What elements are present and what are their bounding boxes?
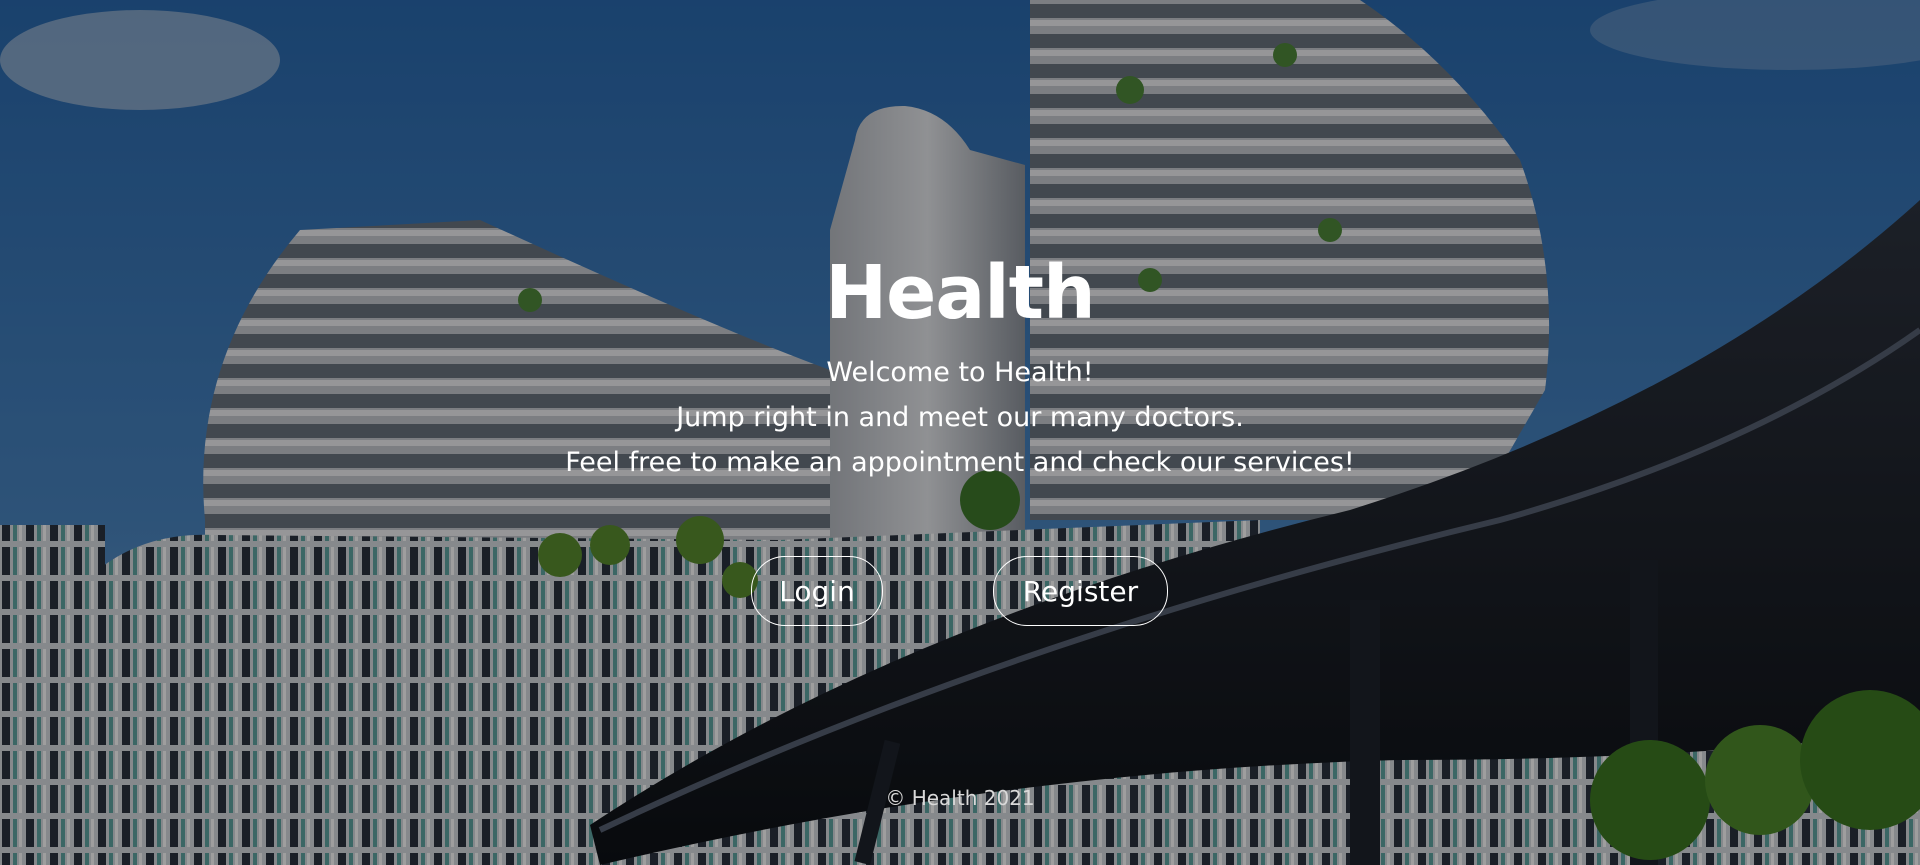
register-button[interactable]: Register [993, 556, 1168, 626]
welcome-line: Jump right in and meet our many doctors. [676, 402, 1244, 433]
hero-section: Health Welcome to Health! Jump right in … [0, 0, 1920, 865]
welcome-line: Welcome to Health! [826, 357, 1094, 388]
hero-content: Health Welcome to Health! Jump right in … [0, 0, 1920, 865]
login-button[interactable]: Login [751, 556, 883, 626]
page-title: Health [825, 250, 1095, 336]
welcome-line: Feel free to make an appointment and che… [565, 447, 1355, 478]
footer-copyright: © Health 2021 [885, 786, 1035, 810]
welcome-text: Welcome to Health! Jump right in and mee… [0, 350, 1920, 485]
